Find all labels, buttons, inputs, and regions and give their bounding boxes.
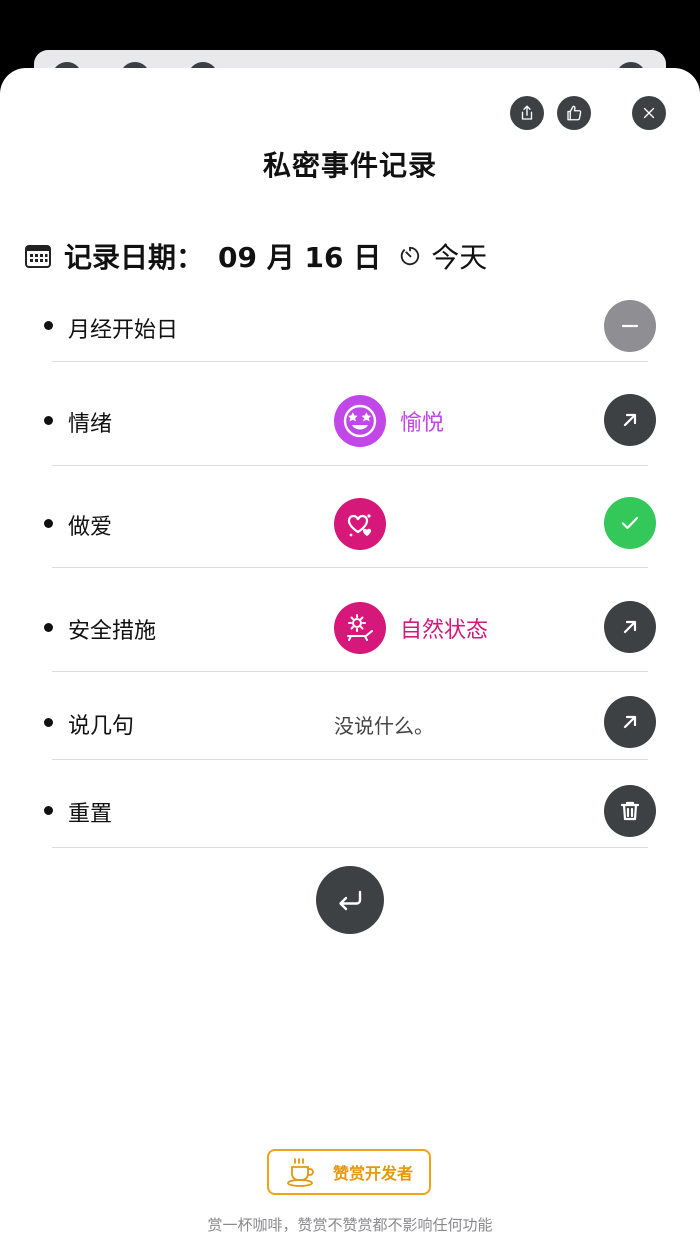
record-sheet: 私密事件记录 记录日期： 09 月 16 日 今天 月经开始日 情绪 愉悦 做爱… xyxy=(0,68,700,1244)
arrow-up-right-icon xyxy=(623,413,637,427)
list-item-sex: 做爱 xyxy=(44,466,656,568)
row-label: 情绪 xyxy=(68,412,113,437)
thumbs-up-icon xyxy=(567,105,582,121)
row-label: 安全措施 xyxy=(68,619,157,644)
bullet xyxy=(44,806,53,815)
sun-bed-icon xyxy=(334,602,386,654)
arrow-up-right-icon xyxy=(623,620,637,634)
toggle-on-button[interactable] xyxy=(604,497,656,549)
donate-button[interactable]: 赞赏开发者 xyxy=(267,1149,431,1195)
bullet xyxy=(44,718,53,727)
edit-protection-button[interactable] xyxy=(604,601,656,653)
sex-value xyxy=(334,498,400,550)
share-button[interactable] xyxy=(510,96,544,130)
edit-note-button[interactable] xyxy=(604,696,656,748)
toggle-off-button[interactable] xyxy=(604,300,656,352)
note-value: 没说什么。 xyxy=(334,710,434,739)
return-arrow-icon xyxy=(339,890,362,911)
mood-value: 愉悦 xyxy=(334,395,444,447)
list-item-protection: 安全措施 自然状态 xyxy=(44,568,656,672)
protection-text: 自然状态 xyxy=(400,618,489,643)
return-button[interactable] xyxy=(316,866,384,934)
bullet xyxy=(44,623,53,632)
calendar-icon xyxy=(25,245,51,268)
note-text: 没说什么。 xyxy=(334,714,434,738)
today-label: 今天 xyxy=(431,241,488,274)
close-icon xyxy=(643,107,655,119)
reset-button[interactable] xyxy=(604,785,656,837)
list-item-note: 说几句 没说什么。 xyxy=(44,672,656,760)
bullet xyxy=(44,519,53,528)
list-item-period-start: 月经开始日 xyxy=(44,296,656,362)
minus-icon xyxy=(621,324,639,328)
like-button[interactable] xyxy=(557,96,591,130)
timer-icon xyxy=(400,246,420,266)
star-struck-face-icon xyxy=(334,395,386,447)
coffee-cup-icon xyxy=(287,1158,314,1187)
close-button[interactable] xyxy=(632,96,666,130)
footer-note: 赏一杯咖啡，赞赏不赞赏都不影响任何功能 xyxy=(207,1216,493,1234)
check-icon xyxy=(621,516,639,530)
edit-mood-button[interactable] xyxy=(604,394,656,446)
bullet xyxy=(44,321,53,330)
row-label: 说几句 xyxy=(68,714,135,739)
mood-text: 愉悦 xyxy=(400,411,445,436)
hearts-icon xyxy=(334,498,386,550)
date-row: 记录日期： 09 月 16 日 今天 xyxy=(24,236,487,276)
row-label: 重置 xyxy=(68,802,113,827)
protection-value: 自然状态 xyxy=(334,602,488,654)
row-label: 月经开始日 xyxy=(68,318,179,343)
today-button[interactable]: 今天 xyxy=(399,236,487,276)
date-label: 记录日期： xyxy=(64,241,205,274)
share-icon xyxy=(521,105,533,120)
arrow-up-right-icon xyxy=(623,715,637,729)
trash-icon xyxy=(620,801,640,821)
date-value[interactable]: 09 月 16 日 xyxy=(218,236,381,276)
list-item-mood: 情绪 愉悦 xyxy=(44,362,656,466)
row-label: 做爱 xyxy=(68,515,113,540)
list-item-reset: 重置 xyxy=(44,760,656,848)
donate-label: 赞赏开发者 xyxy=(332,1164,413,1183)
bullet xyxy=(44,416,53,425)
page-title: 私密事件记录 xyxy=(262,149,437,182)
